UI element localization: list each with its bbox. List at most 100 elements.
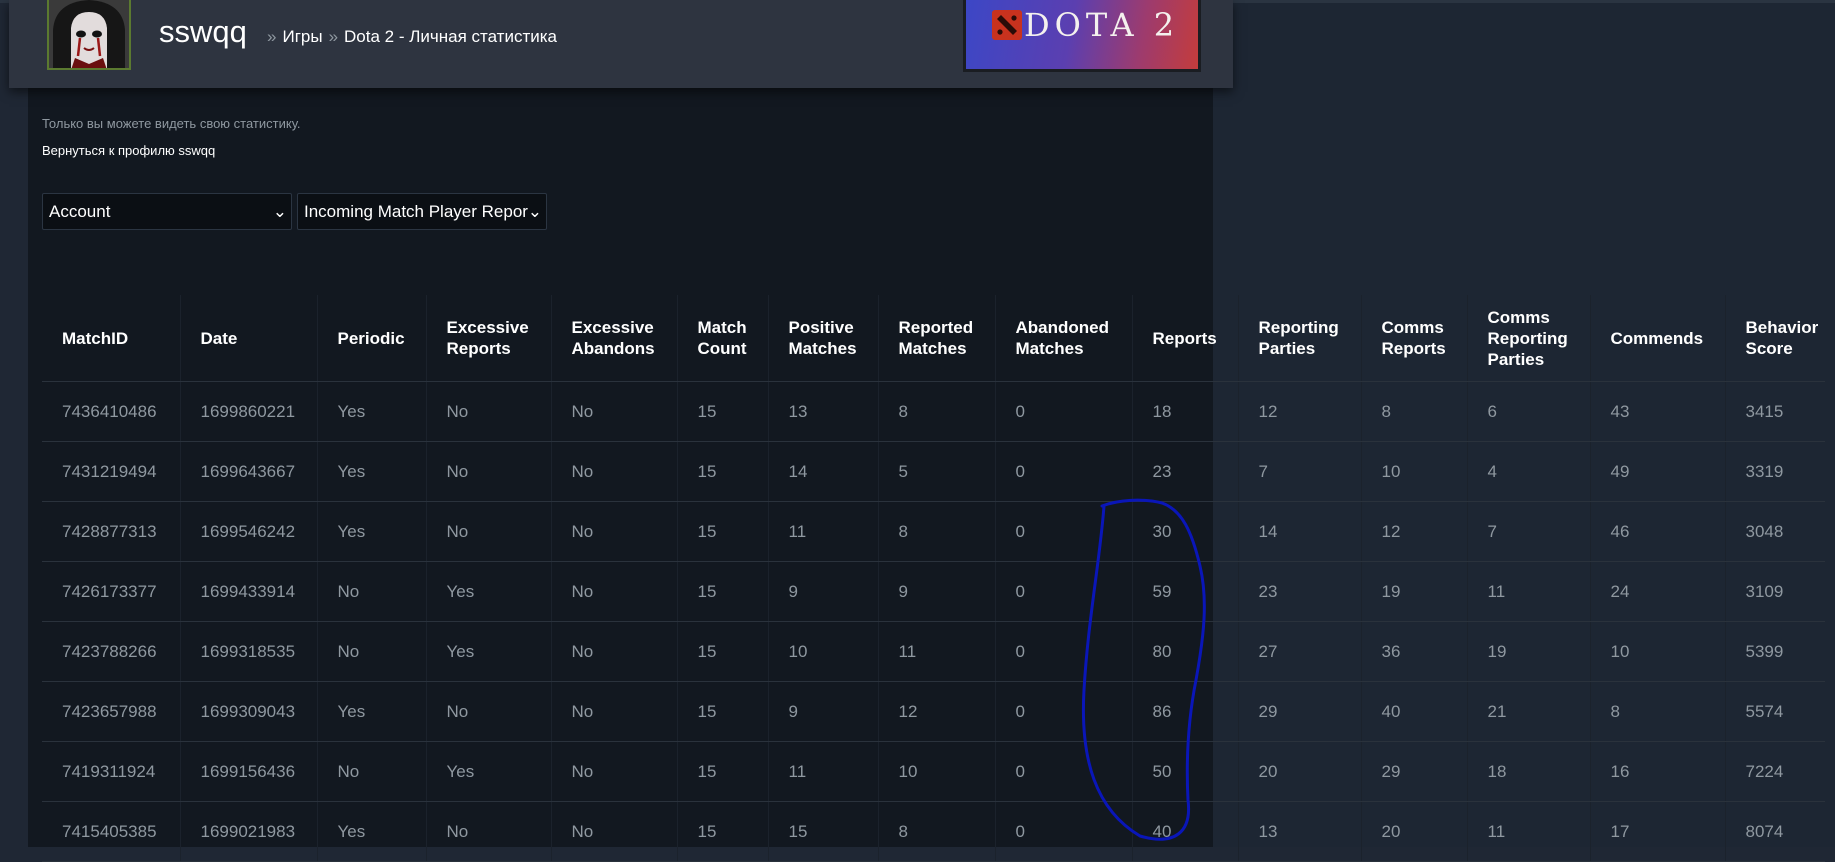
table-cell: No (550, 741, 677, 802)
column-header[interactable]: Match Count (676, 295, 768, 382)
banner-title: DOTA 2 (1024, 6, 1180, 44)
table-cell: No (550, 561, 677, 622)
table-cell: 7224 (1724, 741, 1825, 802)
table-cell: 80 (1131, 621, 1238, 682)
table-cell: 27 (1237, 621, 1361, 682)
chevron-down-icon: ⌄ (272, 202, 287, 221)
table-cell: 12 (877, 681, 995, 742)
table-row: 7431219494 1699643667 Yes No No 15 14 5 0 23 7 10 4 4… (42, 441, 1825, 502)
table-cell: 29 (1237, 681, 1361, 742)
column-header[interactable]: MatchID (42, 295, 180, 382)
table-cell: 11 (767, 501, 878, 562)
table-cell: 19 (1360, 561, 1467, 622)
table-cell: 15 (767, 801, 878, 862)
breadcrumb-separator: » (328, 27, 339, 46)
table-cell: 1699318535 (179, 621, 317, 682)
column-header[interactable]: Commends (1589, 295, 1725, 382)
table-cell: 23 (1237, 561, 1361, 622)
column-header[interactable]: Date (179, 295, 317, 382)
table-cell: Yes (425, 621, 551, 682)
column-header[interactable]: Excessive Abandons (550, 295, 677, 382)
table-cell: 10 (1589, 621, 1725, 682)
table-cell: 59 (1131, 561, 1238, 622)
table-cell: 7428877313 (42, 501, 180, 562)
report-type-select-value: Incoming Match Player Repor (304, 202, 528, 221)
table-cell: 17 (1589, 801, 1725, 862)
table-cell: 0 (994, 681, 1132, 742)
table-cell: 12 (1360, 501, 1467, 562)
avatar[interactable] (47, 0, 131, 70)
table-cell: 50 (1131, 741, 1238, 802)
column-header[interactable]: Abandoned Matches (994, 295, 1132, 382)
table-cell: 0 (994, 441, 1132, 502)
table-cell: No (425, 801, 551, 862)
category-select[interactable]: Account ⌄ (42, 193, 292, 230)
table-cell: 8 (877, 381, 995, 442)
table-cell: 18 (1131, 381, 1238, 442)
column-header[interactable]: Positive Matches (767, 295, 878, 382)
table-cell: 24 (1589, 561, 1725, 622)
table-cell: 8 (1589, 681, 1725, 742)
table-cell: 29 (1360, 741, 1467, 802)
column-header[interactable]: Reported Matches (877, 295, 995, 382)
table-row: 7426173377 1699433914 No Yes No 15 9 9 0 59 23 19 11… (42, 561, 1825, 622)
table-cell: 15 (676, 441, 768, 502)
table-cell: No (316, 621, 426, 682)
table-cell: 0 (994, 621, 1132, 682)
breadcrumb-games-link[interactable]: Игры (282, 27, 322, 46)
table-cell: 3319 (1724, 441, 1825, 502)
column-header[interactable]: Reports (1131, 295, 1238, 382)
column-header[interactable]: Excessive Reports (425, 295, 551, 382)
column-header[interactable]: Comms Reporting Parties (1466, 295, 1590, 382)
table-cell: Yes (316, 381, 426, 442)
username[interactable]: sswqq (159, 14, 247, 50)
table-cell: No (425, 681, 551, 742)
table-cell: No (550, 381, 677, 442)
column-header[interactable]: Periodic (316, 295, 426, 382)
table-cell: 11 (877, 621, 995, 682)
column-header[interactable]: Behavior Score (1724, 295, 1825, 382)
column-header[interactable]: Reporting Parties (1237, 295, 1361, 382)
table-cell: 1699433914 (179, 561, 317, 622)
table-cell: Yes (316, 441, 426, 502)
table-cell: 23 (1131, 441, 1238, 502)
table-row: 7423657988 1699309043 Yes No No 15 9 12 0 86 29 40 2… (42, 681, 1825, 742)
table-cell: 14 (1237, 501, 1361, 562)
table-cell: No (425, 381, 551, 442)
table-cell: 4 (1466, 441, 1590, 502)
table-cell: 10 (877, 741, 995, 802)
table-cell: No (550, 441, 677, 502)
table-cell: 0 (994, 741, 1132, 802)
table-cell: 3415 (1724, 381, 1825, 442)
profile-header: sswqq » Игры » Dota 2 - Личная статистика D… (9, 0, 1233, 88)
table-cell: 9 (767, 561, 878, 622)
table-cell: 40 (1360, 681, 1467, 742)
table-cell: No (316, 561, 426, 622)
table-cell: 7419311924 (42, 741, 180, 802)
table-cell: 9 (877, 561, 995, 622)
table-cell: 15 (676, 681, 768, 742)
table-cell: No (425, 441, 551, 502)
table-cell: 6 (1466, 381, 1590, 442)
report-type-select[interactable]: Incoming Match Player Repor ⌄ (297, 193, 547, 230)
table-cell: 1699546242 (179, 501, 317, 562)
table-cell: 1699309043 (179, 681, 317, 742)
table-cell: 15 (676, 501, 768, 562)
table-cell: 36 (1360, 621, 1467, 682)
table-cell: 15 (676, 801, 768, 862)
back-to-profile-link[interactable]: Вернуться к профилю sswqq (42, 143, 215, 158)
table-row: 7419311924 1699156436 No Yes No 15 11 10 0 50 20 29… (42, 741, 1825, 802)
table-cell: 49 (1589, 441, 1725, 502)
dota2-banner[interactable]: DOTA 2 (963, 0, 1201, 72)
table-row: 7423788266 1699318535 No Yes No 15 10 11 0 80 27 36… (42, 621, 1825, 682)
breadcrumb-page-link[interactable]: Dota 2 - Личная статистика (344, 27, 557, 46)
table-cell: 1699860221 (179, 381, 317, 442)
table-cell: 8 (877, 501, 995, 562)
table-cell: No (550, 501, 677, 562)
table-cell: 0 (994, 801, 1132, 862)
column-header[interactable]: Comms Reports (1360, 295, 1467, 382)
chevron-down-icon: ⌄ (527, 202, 542, 221)
table-cell: 30 (1131, 501, 1238, 562)
table-cell: 8 (877, 801, 995, 862)
table-cell: 7 (1466, 501, 1590, 562)
